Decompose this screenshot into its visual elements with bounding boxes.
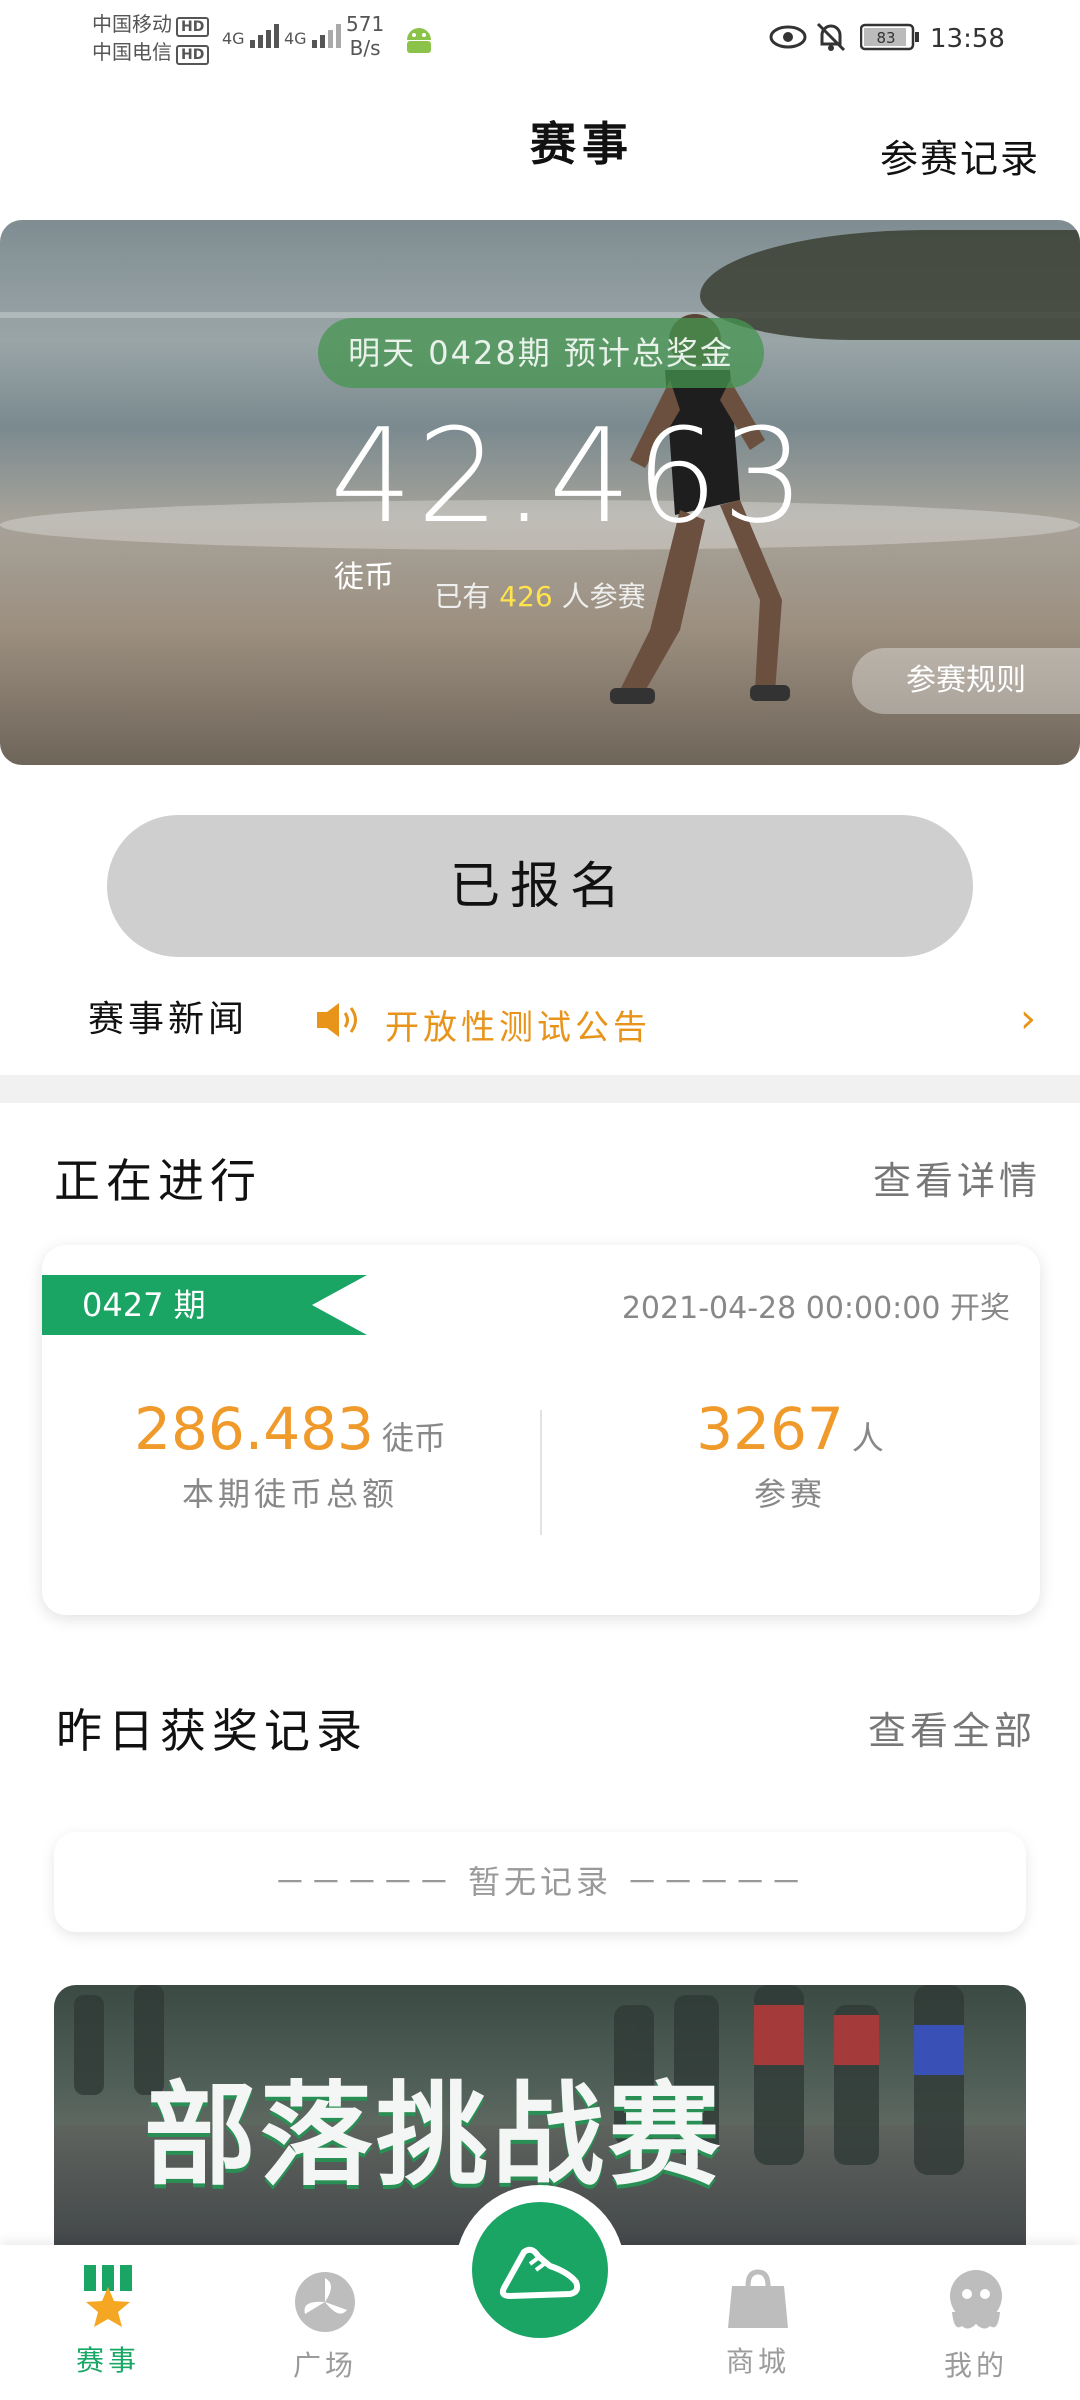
participants-count: 426 [499,580,553,613]
net-speed: 571 B/s [346,12,385,60]
bell-off-icon [814,20,848,58]
status-bar: 中国移动 HD 中国电信 HD 4G 4G 571 B/s 83 13:58 [0,0,1080,80]
news-headline[interactable]: 开放性测试公告 [385,1000,651,1049]
ongoing-title: 正在进行 [54,1154,262,1208]
nav-item-mall[interactable]: 商城 [688,2268,828,2380]
nav-label-square: 广场 [292,2349,357,2382]
carrier-1: 中国移动 [92,12,172,36]
nav-item-mine[interactable]: 我的 [906,2268,1046,2384]
participants-count-text: 已有 426 人参赛 [434,580,646,613]
prize-pool: 42.463徒币 [330,400,805,595]
svg-text:83: 83 [876,29,895,47]
view-all-link[interactable]: 查看全部 [868,1700,1036,1755]
registered-button[interactable]: 已报名 [107,815,973,957]
octopus-avatar-icon [950,2270,1002,2329]
current-period-card[interactable]: 0427 期 2021-04-28 00:00:00 开奖 286.483 徒币 … [42,1245,1040,1615]
carrier-2: 中国电信 [92,40,172,64]
news-label: 赛事新闻 [88,999,249,1040]
hero-banner: 明天 0428期 预计总奖金 42.463徒币 已有 426 人参赛 参赛规则 [0,220,1080,765]
battery-icon: 83 [859,22,920,56]
carrier-info: 中国移动 HD 中国电信 HD [92,10,210,66]
nav-item-run[interactable] [472,2202,608,2338]
hd-badge-1: HD [176,17,210,37]
medal-star-icon [84,2265,132,2327]
total-amount-stat: 286.483 徒币 本期徒币总额 [50,1395,530,1515]
total-amount: 286.483 [134,1395,374,1463]
participants-label: 参赛 [753,1475,826,1513]
period-label: 0427 期 [82,1286,206,1324]
signal-icon-2: 4G [284,22,348,48]
running-shoe-icon [499,2246,581,2299]
page-title: 赛事 [530,117,634,171]
eye-icon [768,22,808,56]
signal-icon-1: 4G [222,22,286,48]
hd-badge-2: HD [176,45,210,65]
participation-record-link[interactable]: 参赛记录 [880,128,1040,183]
speaker-icon [317,1003,357,1037]
pinwheel-icon [295,2272,355,2332]
clock: 13:58 [930,24,1005,54]
total-amount-label: 本期徒币总额 [181,1475,398,1513]
next-period-pill: 明天 0428期 预计总奖金 [318,318,764,388]
rules-button[interactable]: 参赛规则 [852,648,1080,714]
chevron-right-icon[interactable]: › [1020,996,1036,1042]
draw-time: 2021-04-28 00:00:00 开奖 [621,1291,1010,1326]
winners-title: 昨日获奖记录 [56,1704,368,1758]
participants-total: 3267 [696,1395,844,1463]
tribe-challenge-title: 部落挑战赛 [144,2071,724,2201]
android-icon [404,26,434,58]
shopping-bag-icon [728,2269,788,2328]
nav-label-mine: 我的 [943,2349,1008,2382]
prize-amount: 42.463 [330,400,809,552]
view-details-link[interactable]: 查看详情 [873,1150,1041,1205]
nav-label-events: 赛事 [75,2344,140,2377]
no-record-box: －－－－－ 暂无记录 －－－－－ [54,1832,1026,1932]
section-divider [0,1075,1080,1103]
participants-stat: 3267 人 参赛 [550,1395,1030,1515]
nav-label-mall: 商城 [725,2345,790,2378]
nav-item-events[interactable]: 赛事 [38,2265,178,2379]
nav-item-square[interactable]: 广场 [255,2270,395,2384]
